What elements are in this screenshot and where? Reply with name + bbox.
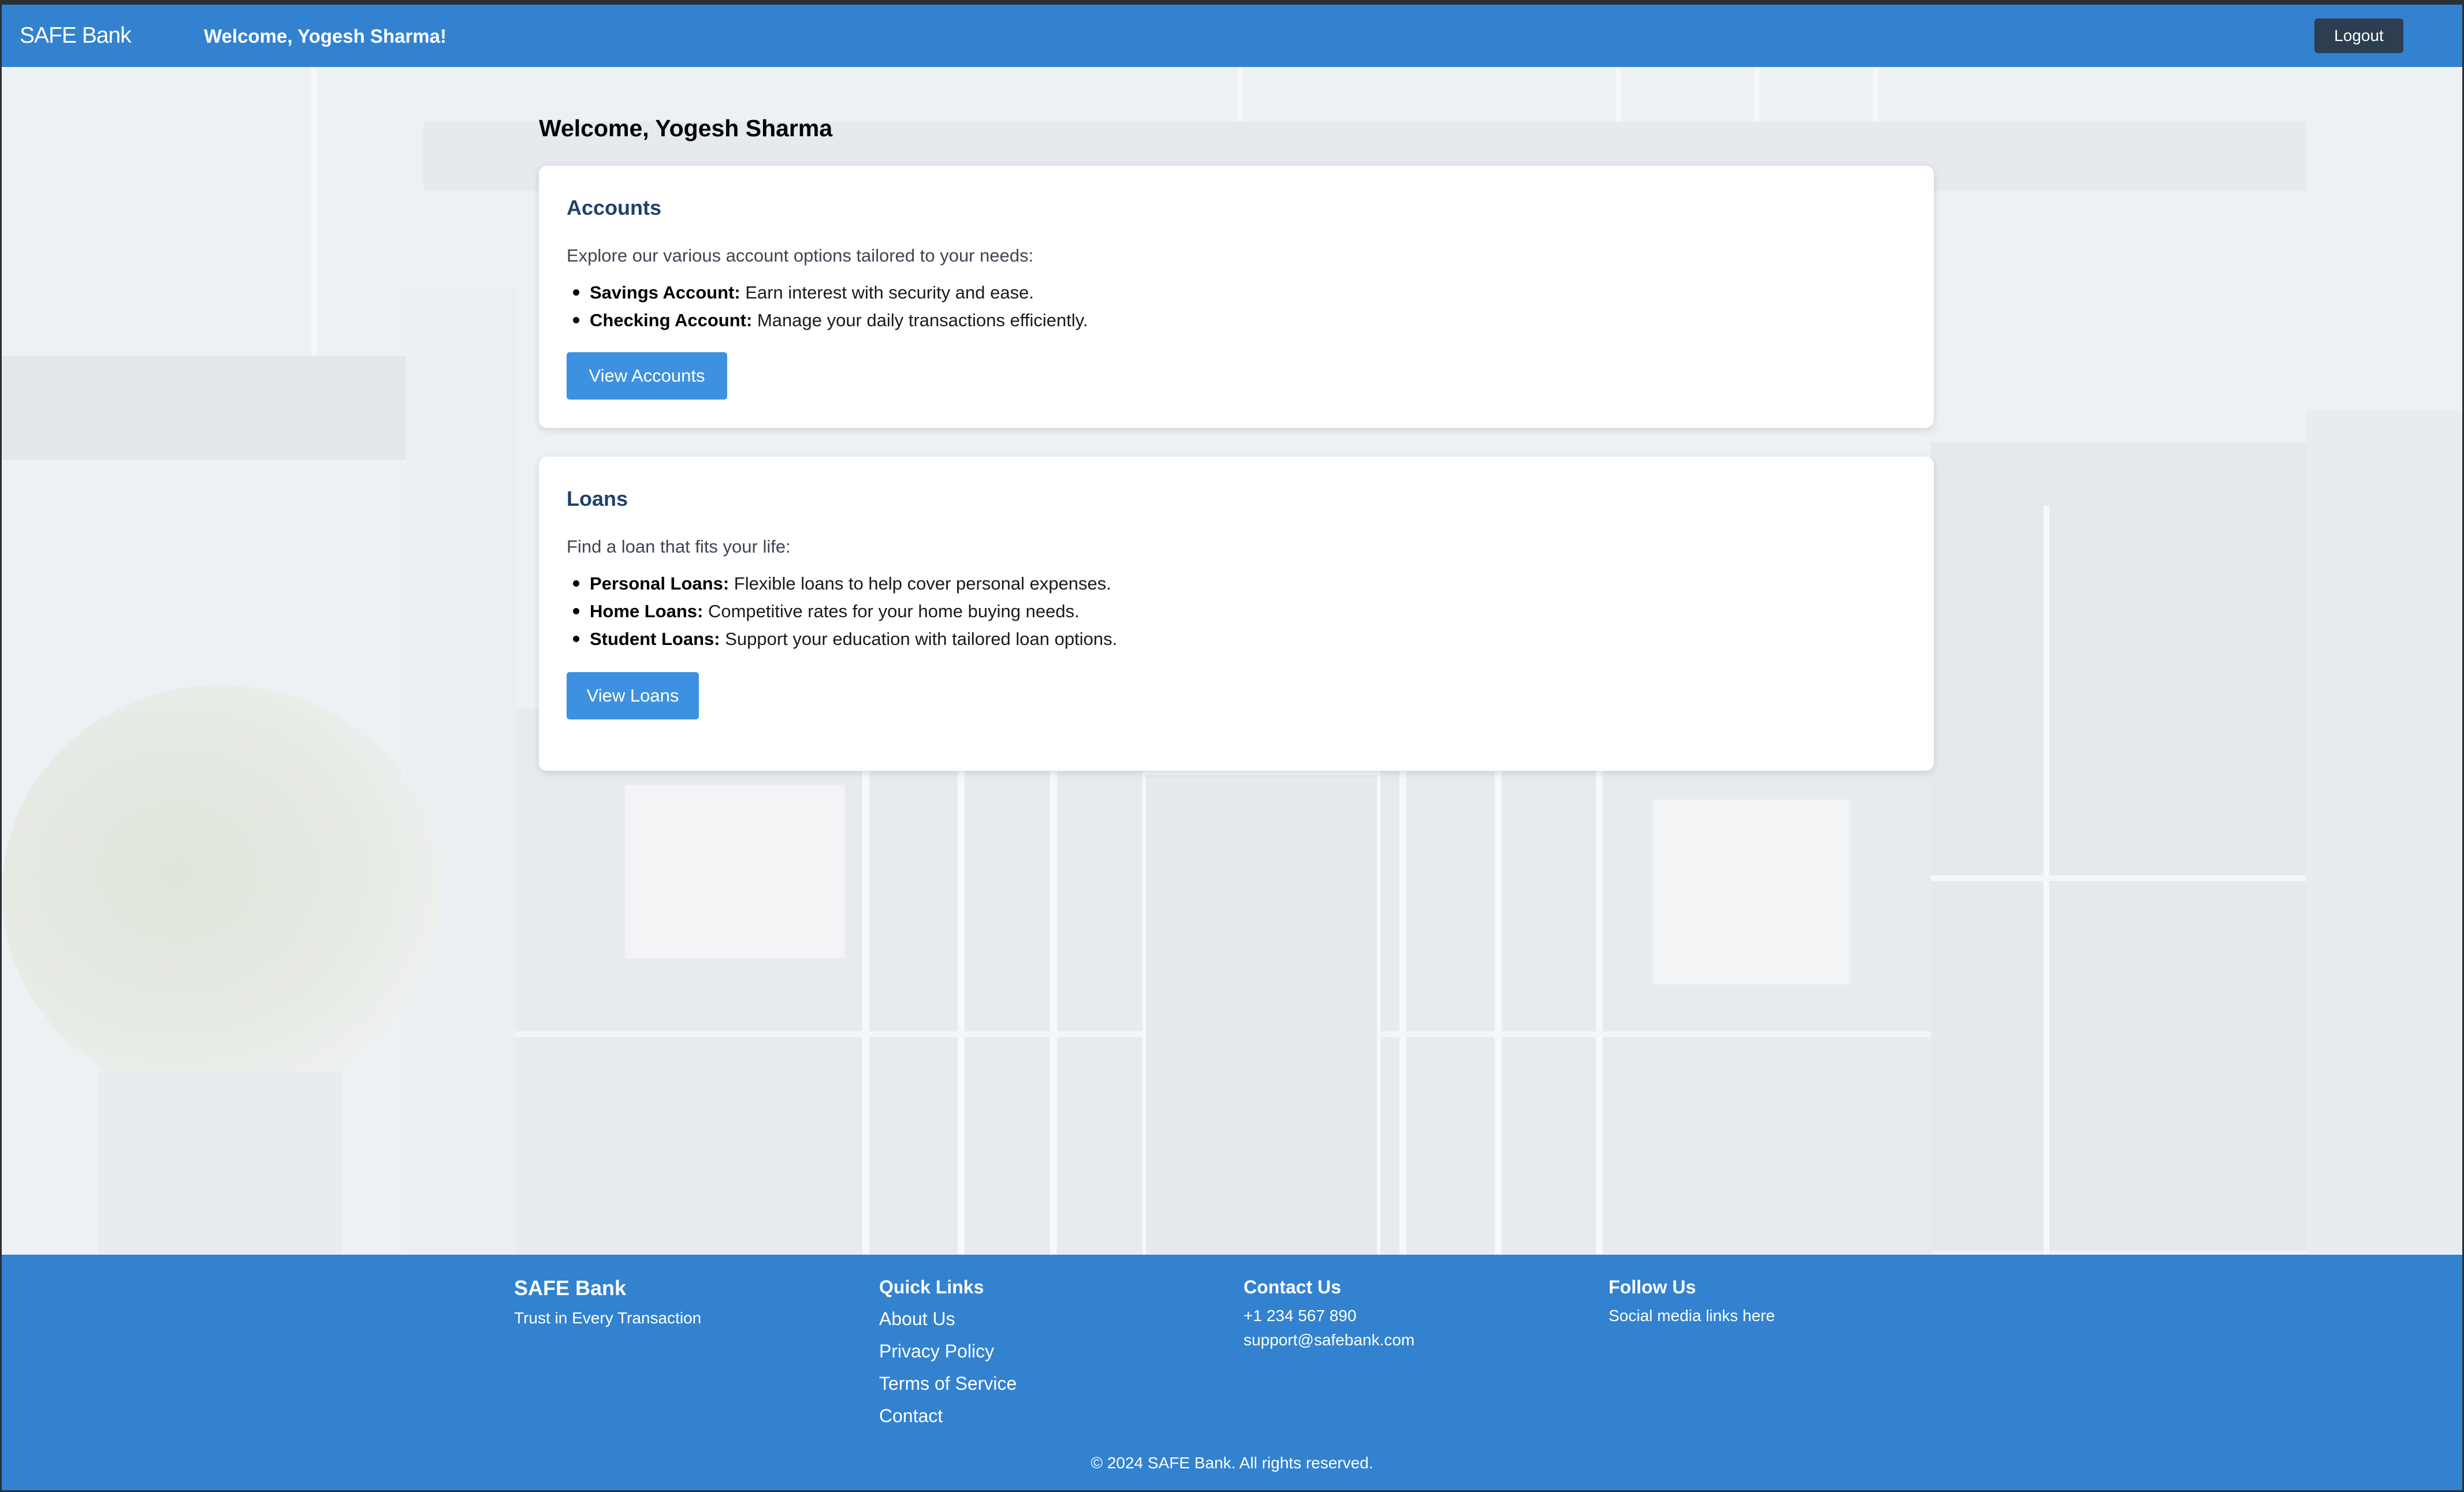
logout-button[interactable]: Logout <box>2314 18 2403 53</box>
loans-card: Loans Find a loan that fits your life: P… <box>539 457 1934 771</box>
loans-list: Personal Loans: Flexible loans to help c… <box>567 575 1117 658</box>
footer-brand: SAFE Bank <box>514 1276 627 1300</box>
list-item-desc: Competitive rates for your home buying n… <box>703 601 1080 621</box>
footer-email: support@safebank.com <box>1244 1331 1415 1349</box>
footer-social-text: Social media links here <box>1609 1307 1775 1325</box>
footer-follow-column: Follow Us Social media links here <box>1609 1277 1775 1324</box>
footer-contact-column: Contact Us +1 234 567 890 support@safeba… <box>1244 1277 1415 1348</box>
quick-links-heading: Quick Links <box>879 1277 984 1297</box>
view-loans-button[interactable]: View Loans <box>567 672 699 719</box>
list-item-term: Home Loans: <box>590 601 704 621</box>
footer-link-about-us[interactable]: About Us <box>879 1310 955 1328</box>
footer-link-terms-of-service[interactable]: Terms of Service <box>879 1374 1017 1393</box>
accounts-card-intro: Explore our various account options tail… <box>567 245 1034 266</box>
accounts-list: Savings Account: Earn interest with secu… <box>567 284 1088 339</box>
list-item-desc: Earn interest with security and ease. <box>740 282 1034 303</box>
list-item-term: Checking Account: <box>590 310 753 330</box>
list-item: Student Loans: Support your education wi… <box>567 630 1117 658</box>
contact-heading: Contact Us <box>1244 1277 1341 1297</box>
loans-card-intro: Find a loan that fits your life: <box>567 536 791 557</box>
list-item-desc: Support your education with tailored loa… <box>720 629 1118 649</box>
brand-logo[interactable]: SAFE Bank <box>20 24 132 47</box>
list-item-term: Personal Loans: <box>590 573 729 594</box>
header-welcome-text: Welcome, Yogesh Sharma! <box>204 25 446 47</box>
follow-heading: Follow Us <box>1609 1277 1696 1297</box>
list-item-desc: Flexible loans to help cover personal ex… <box>729 573 1111 594</box>
top-navbar: SAFE Bank Welcome, Yogesh Sharma! Logout <box>2 5 2462 67</box>
list-item: Personal Loans: Flexible loans to help c… <box>567 575 1117 602</box>
list-item-term: Student Loans: <box>590 629 720 649</box>
footer-phone: +1 234 567 890 <box>1244 1307 1357 1325</box>
footer-copyright: © 2024 SAFE Bank. All rights reserved. <box>1090 1454 1374 1472</box>
footer-brand-column: SAFE Bank Trust in Every Transaction <box>514 1276 701 1326</box>
app-root: SAFE Bank Welcome, Yogesh Sharma! Logout <box>2 5 2462 1490</box>
list-item-term: Savings Account: <box>590 282 740 303</box>
list-item: Home Loans: Competitive rates for your h… <box>567 602 1117 630</box>
footer-link-contact[interactable]: Contact <box>879 1407 943 1425</box>
main-content: Welcome, Yogesh Sharma Accounts Explore … <box>2 67 2462 1255</box>
list-item: Checking Account: Manage your daily tran… <box>567 311 1088 339</box>
accounts-card: Accounts Explore our various account opt… <box>539 166 1934 428</box>
footer-tagline: Trust in Every Transaction <box>514 1309 702 1327</box>
list-item-desc: Manage your daily transactions efficient… <box>752 310 1088 330</box>
page-title: Welcome, Yogesh Sharma <box>539 115 833 141</box>
footer-quick-links-column: Quick Links About Us Privacy Policy Term… <box>879 1277 1017 1425</box>
accounts-card-title: Accounts <box>567 196 662 219</box>
list-item: Savings Account: Earn interest with secu… <box>567 284 1088 311</box>
site-footer: SAFE Bank Trust in Every Transaction Qui… <box>2 1255 2462 1490</box>
loans-card-title: Loans <box>567 487 628 510</box>
footer-link-privacy-policy[interactable]: Privacy Policy <box>879 1342 994 1360</box>
view-accounts-button[interactable]: View Accounts <box>567 352 727 400</box>
